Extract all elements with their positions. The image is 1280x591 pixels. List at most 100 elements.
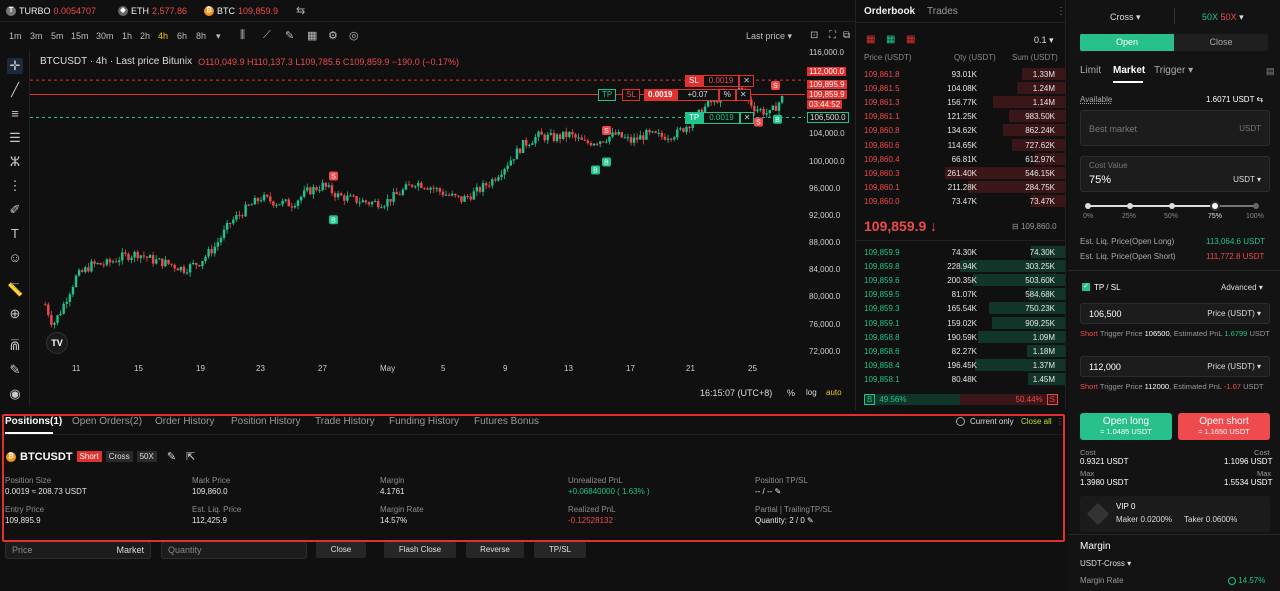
ask-row[interactable]: 109,861.8 93.01K 1.33M (856, 67, 1065, 81)
settings-icon[interactable]: ⚙ (328, 29, 338, 42)
bid-row[interactable]: 109,858.8 190.59K 1.09M (856, 330, 1065, 344)
sl-cancel-icon[interactable]: ✕ (739, 75, 754, 87)
tf-3m[interactable]: 3m (30, 31, 43, 41)
view-bids-icon[interactable]: ▦ (886, 34, 895, 45)
magnet-icon[interactable]: ⋒ (7, 338, 23, 354)
tp-unit-select[interactable]: Price (USDT) ▾ (1207, 309, 1261, 318)
close-button[interactable]: Close (316, 542, 366, 558)
ticker-turbo[interactable]: T TURBO 0.0054707 (6, 6, 96, 16)
more-icon[interactable]: ⋮ (1056, 6, 1066, 17)
crosshair-icon[interactable]: ✛ (7, 58, 23, 74)
open-long-button[interactable]: Open long ≈ 1.0485 USDT (1080, 413, 1172, 440)
ask-row[interactable]: 109,860.4 66.81K 612.97K (856, 152, 1065, 166)
ask-row[interactable]: 109,861.1 121.25K 983.50K (856, 109, 1065, 123)
emoji-icon[interactable]: ☺ (7, 250, 23, 266)
sl-order-line[interactable]: SL 0.0019 ✕ (685, 75, 754, 87)
ask-row[interactable]: 109,861.3 156.77K 1.14M (856, 95, 1065, 109)
template-icon[interactable]: ◎ (349, 29, 359, 42)
leverage-select[interactable]: 50X 50X ▾ (1202, 12, 1244, 23)
bid-row[interactable]: 109,859.9 74.30K 74.30K (856, 245, 1065, 259)
tab-limit[interactable]: Limit (1080, 65, 1101, 76)
tab-trades[interactable]: Trades (927, 6, 958, 17)
ruler-icon[interactable]: 📏 (7, 282, 23, 298)
pattern-icon[interactable]: ⵣ (7, 154, 23, 170)
tp-order-line[interactable]: TP 0.0019 ✕ (685, 112, 755, 124)
tf-4h[interactable]: 4h (158, 31, 168, 41)
forecast-icon[interactable]: ⋮ (7, 178, 23, 194)
position-close-icon[interactable]: ✕ (735, 89, 751, 101)
precision-select[interactable]: 0.1 ▾ (1034, 35, 1054, 46)
ask-row[interactable]: 109,860.1 211.28K 284.75K (856, 180, 1065, 194)
cost-field[interactable]: Cost Value 75% USDT ▾ (1080, 156, 1270, 192)
bid-row[interactable]: 109,858.1 80.48K 1.45M (856, 372, 1065, 386)
bid-row[interactable]: 109,859.5 81.07K 584.68K (856, 287, 1065, 301)
current-only-radio[interactable] (956, 417, 965, 426)
position-tpsl-edit[interactable]: -- / -- ✎ (755, 487, 781, 496)
ask-row[interactable]: 109,860.6 114.65K 727.62K (856, 138, 1065, 152)
text-icon[interactable]: T (7, 226, 23, 242)
advanced-select[interactable]: Advanced ▾ (1221, 283, 1263, 292)
tab-positions[interactable]: Positions(1) (5, 416, 62, 427)
bid-row[interactable]: 109,859.8 228.94K 303.25K (856, 259, 1065, 273)
open-tab[interactable]: Open (1080, 34, 1174, 51)
tab-trade-history[interactable]: Trade History (315, 416, 375, 427)
tf-1m[interactable]: 1m (9, 31, 22, 41)
trendline-icon[interactable]: ╱ (7, 82, 23, 98)
tab-funding-history[interactable]: Funding History (389, 416, 459, 427)
tab-order-history[interactable]: Order History (155, 416, 214, 427)
bid-row[interactable]: 109,859.3 165.54K 750.23K (856, 301, 1065, 315)
lock-draw-icon[interactable]: ✎ (7, 362, 23, 378)
tf-1h[interactable]: 1h (122, 31, 132, 41)
ask-row[interactable]: 109,860.0 73.47K 73.47K (856, 194, 1065, 208)
panel-more-icon[interactable]: ⋮ (1056, 417, 1064, 426)
reverse-button[interactable]: Reverse (466, 542, 524, 558)
price-field[interactable]: Best market USDT (1080, 110, 1270, 146)
tf-8h[interactable]: 8h (196, 31, 206, 41)
view-both-icon[interactable]: ▦ (866, 34, 875, 45)
tf-15m[interactable]: 15m (71, 31, 89, 41)
margin-mode-select-2[interactable]: USDT-Cross ▾ (1080, 559, 1131, 568)
percent-toggle[interactable]: % (787, 388, 795, 398)
tpsl-checkbox[interactable]: ✓ (1082, 283, 1090, 291)
margin-mode-select[interactable]: Cross ▾ (1110, 12, 1141, 23)
tab-trigger[interactable]: Trigger ▾ (1154, 65, 1193, 76)
tab-open-orders[interactable]: Open Orders(2) (72, 416, 142, 427)
calculator-icon[interactable]: ▤ (1266, 66, 1275, 77)
candle-type-icon[interactable]: ⫼ (240, 29, 245, 42)
tf-2h[interactable]: 2h (140, 31, 150, 41)
open-short-button[interactable]: Open short ≈ 1.1650 USDT (1178, 413, 1270, 440)
sl-price-input[interactable]: 112,000 Price (USDT) ▾ (1080, 356, 1270, 377)
fullscreen-icon[interactable]: ⛶ (829, 30, 836, 41)
auto-toggle[interactable]: auto (826, 388, 842, 397)
tf-more-icon[interactable]: ▾ (216, 31, 221, 42)
eye-icon[interactable]: ◉ (7, 386, 23, 402)
brush-icon[interactable]: ✐ (7, 202, 23, 218)
ask-row[interactable]: 109,861.5 104.08K 1.24M (856, 81, 1065, 95)
position-line[interactable]: TP SL 0.0019 +0.07 % ✕ (598, 89, 751, 101)
tf-6h[interactable]: 6h (177, 31, 187, 41)
price-chart[interactable]: SBSBBSBS BTCUSDT · 4h · Last price Bitun… (30, 50, 805, 406)
layout-icon[interactable]: ▦ (307, 29, 317, 42)
partial-tpsl-edit[interactable]: Quantity: 2 / 0 ✎ (755, 516, 814, 525)
ask-row[interactable]: 109,860.3 261.40K 546.15K (856, 166, 1065, 180)
popout-icon[interactable]: ⧉ (843, 30, 850, 41)
close-tab[interactable]: Close (1174, 34, 1268, 51)
tf-5m[interactable]: 5m (51, 31, 64, 41)
toggle-ticker-icon[interactable]: ⇆ (296, 4, 305, 17)
bid-row[interactable]: 109,858.6 82.27K 1.18M (856, 344, 1065, 358)
tp-cancel-icon[interactable]: ✕ (739, 112, 755, 124)
log-toggle[interactable]: log (806, 388, 817, 397)
sl-unit-select[interactable]: Price (USDT) ▾ (1207, 362, 1261, 371)
share-icon[interactable]: ⇱ (186, 450, 195, 463)
close-price-input[interactable]: Price Market (5, 541, 151, 559)
tab-orderbook[interactable]: Orderbook (864, 6, 915, 17)
indicator-icon[interactable]: ⟋ (263, 29, 271, 42)
zoom-in-icon[interactable]: ⊕ (7, 306, 23, 322)
ticker-eth[interactable]: ◆ ETH 2,577.86 (118, 6, 187, 16)
bid-row[interactable]: 109,858.4 196.45K 1.37M (856, 358, 1065, 372)
cost-unit-select[interactable]: USDT ▾ (1233, 175, 1261, 184)
tf-30m[interactable]: 30m (96, 31, 114, 41)
close-all-button[interactable]: Close all (1021, 417, 1052, 426)
ask-row[interactable]: 109,860.8 134.62K 862.24K (856, 123, 1065, 137)
vip-card[interactable]: VIP 0 Maker 0.0200% Taker 0.0600% (1080, 496, 1270, 532)
